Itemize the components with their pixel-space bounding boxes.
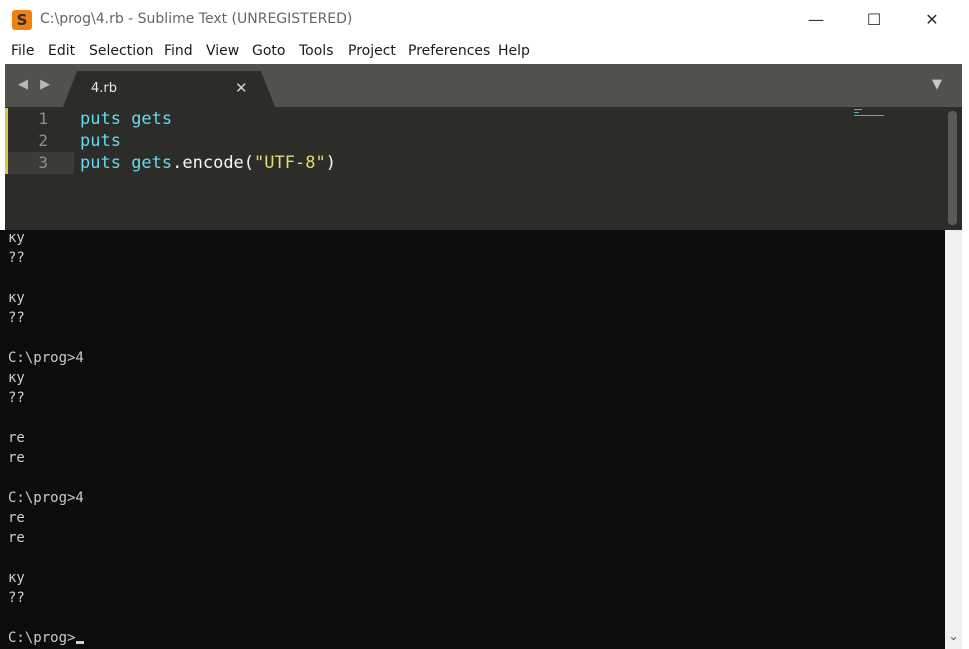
menu-tools[interactable]: Tools	[299, 43, 334, 59]
code-token: puts	[80, 109, 132, 129]
menu-view[interactable]: View	[206, 43, 239, 59]
close-button[interactable]: ✕	[909, 0, 955, 40]
menu-find[interactable]: Find	[164, 43, 193, 59]
logo-letter: S	[16, 11, 28, 29]
code-editor[interactable]: 1 2 3 puts gets puts puts gets.encode("U…	[5, 107, 962, 230]
line-number: 3	[38, 153, 48, 172]
menu-goto[interactable]: Goto	[252, 43, 285, 59]
console-output[interactable]: ку?? ку?? C:\prog>4 ку?? re re C:\prog>4 re re ку…	[0, 230, 945, 649]
console-line: C:\prog>4	[8, 350, 84, 366]
code-token: gets	[131, 109, 173, 129]
menu-file[interactable]: File	[11, 43, 34, 59]
code-token: )	[325, 153, 336, 173]
title-bar: S C:\prog\4.rb - Sublime Text (UNREGISTE…	[0, 0, 969, 40]
code-line-2[interactable]: puts	[80, 130, 121, 152]
minimize-button[interactable]: —	[793, 0, 839, 40]
code-token: .encode(	[172, 153, 255, 173]
line-number: 1	[38, 109, 48, 128]
console-line: re	[8, 450, 25, 466]
console-scrollbar[interactable]: ⌄	[945, 230, 962, 649]
console-prompt: C:\prog>	[8, 628, 85, 648]
window-title: C:\prog\4.rb - Sublime Text (UNREGISTERE…	[40, 11, 353, 27]
scroll-down-icon[interactable]: ⌄	[945, 627, 962, 645]
menu-selection[interactable]: Selection	[89, 43, 154, 59]
console-line: ??	[8, 590, 25, 606]
editor-scrollbar[interactable]	[948, 111, 957, 225]
menu-help[interactable]: Help	[498, 43, 530, 59]
sublime-logo-icon: S	[12, 10, 32, 30]
line-gutter: 1 2 3	[5, 107, 75, 230]
console-line: C:\prog>4	[8, 490, 84, 506]
console-line: ??	[8, 390, 25, 406]
tab-bar: ◀ ▶ 4.rb ✕ ▼	[5, 64, 962, 107]
menu-preferences[interactable]: Preferences	[408, 43, 490, 59]
menu-edit[interactable]: Edit	[48, 43, 75, 59]
maximize-button[interactable]: ☐	[851, 0, 897, 40]
menu-project[interactable]: Project	[348, 43, 396, 59]
console-line: re	[8, 530, 25, 546]
console-line: ку	[8, 570, 25, 586]
line-number: 2	[38, 131, 48, 150]
console-line: ку	[8, 230, 25, 246]
code-token: "UTF-8"	[254, 153, 326, 173]
code-token: puts	[80, 131, 121, 151]
code-token: gets	[131, 153, 173, 173]
tab-nav-arrows-icon[interactable]: ◀ ▶	[18, 77, 54, 92]
window-edge	[962, 64, 969, 649]
tab-dropdown-icon[interactable]: ▼	[932, 77, 942, 92]
code-line-1[interactable]: puts gets	[80, 108, 172, 130]
console-line: ??	[8, 310, 25, 326]
console-line: ??	[8, 250, 25, 266]
console-line: re	[8, 510, 25, 526]
menu-bar: File Edit Selection Find View Goto Tools…	[0, 40, 969, 64]
code-line-3[interactable]: puts gets.encode("UTF-8")	[80, 152, 336, 174]
tab-label: 4.rb	[91, 81, 117, 96]
console-line: re	[8, 430, 25, 446]
text-cursor	[76, 641, 85, 644]
tab-4-rb[interactable]: 4.rb ✕	[63, 71, 275, 107]
console-line: ку	[8, 370, 25, 386]
code-token: puts	[80, 153, 132, 173]
tab-close-icon[interactable]: ✕	[235, 79, 248, 97]
minimap[interactable]	[854, 109, 889, 117]
console-line: ку	[8, 290, 25, 306]
